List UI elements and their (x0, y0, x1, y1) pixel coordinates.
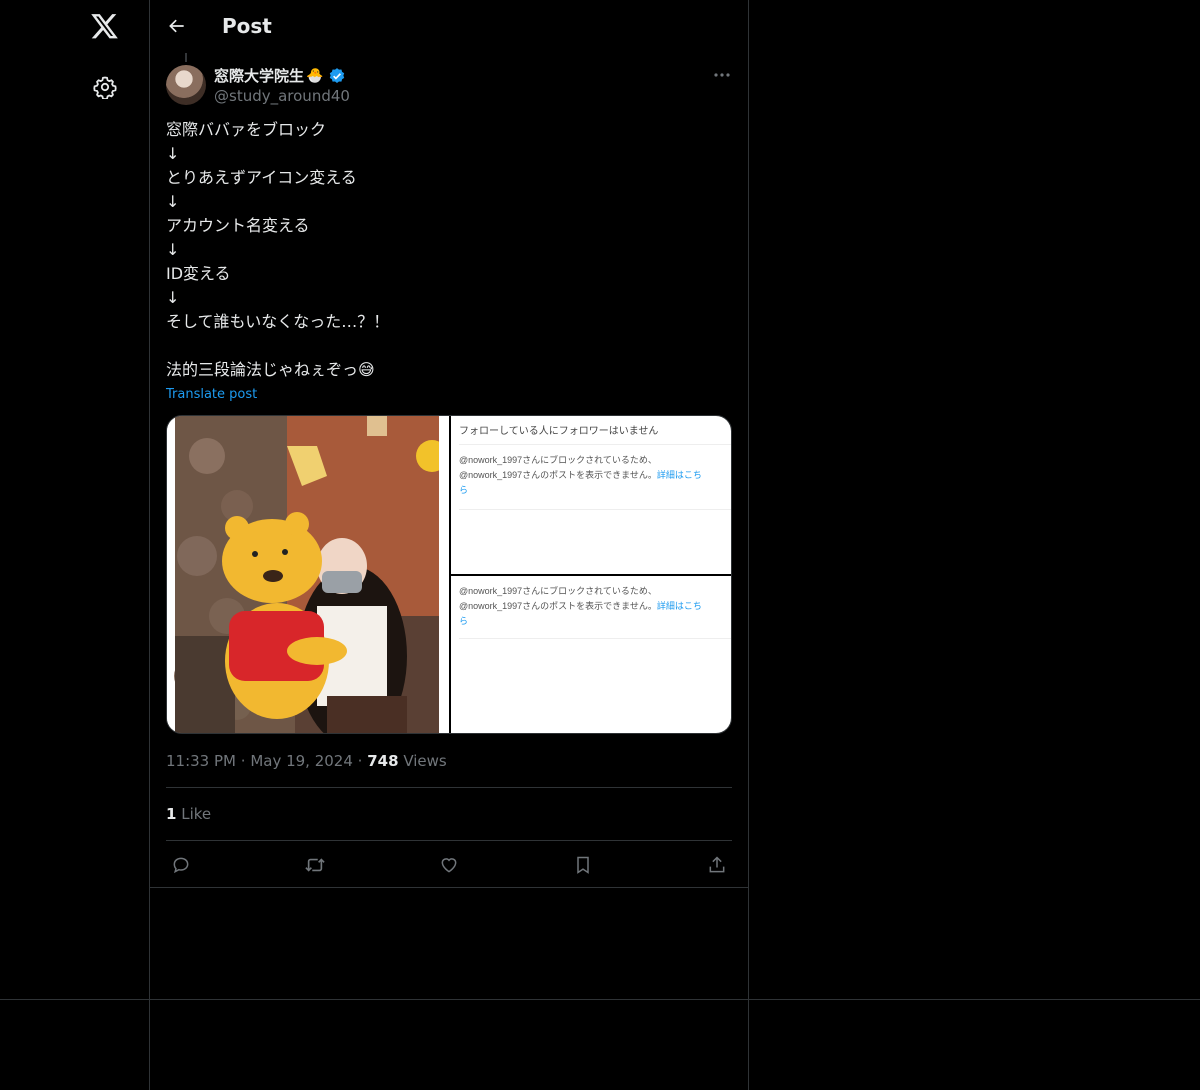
share-button[interactable] (702, 850, 732, 880)
likes-count: 1 (166, 805, 177, 823)
post-column: Post 窓際大学院生 🐣 @study_around40 窓際ババァをブロック… (150, 0, 749, 1000)
translate-post-link[interactable]: Translate post (166, 387, 257, 402)
details-link-tail: ら (459, 485, 469, 495)
post-line: 窓際ババァをブロック (166, 120, 327, 139)
post-line: とりあえずアイコン変える (166, 168, 357, 187)
shot-divider (459, 509, 731, 510)
arrow-left-icon (169, 19, 184, 33)
like-button[interactable] (434, 850, 464, 880)
shot-divider (459, 638, 731, 639)
post-line: ↓ (166, 144, 180, 163)
column-border (149, 1000, 150, 1090)
bookmark-button[interactable] (568, 850, 598, 880)
x-logo-icon[interactable] (85, 7, 125, 47)
details-link: 詳細はこち (656, 470, 702, 480)
more-horizontal-icon (714, 73, 730, 77)
meta-separator: · (357, 752, 368, 770)
reply-icon (173, 857, 189, 874)
verified-badge-icon (328, 67, 346, 85)
page-title: Post (222, 14, 272, 38)
post-line-last: 法的三段論法じゃねぇぞっ😅 (166, 358, 726, 382)
heart-icon (441, 858, 457, 873)
post-text: 窓際ババァをブロック ↓ とりあえずアイコン変える ↓ アカウント名変える ↓ … (166, 118, 726, 382)
repost-button[interactable] (300, 850, 330, 880)
shot-line: @nowork_1997さんにブロックされているため、 (459, 586, 657, 596)
divider (150, 887, 748, 888)
details-link: 詳細はこち (656, 601, 702, 611)
sweat-smile-emoji: 😅 (358, 360, 375, 379)
back-button[interactable] (162, 11, 192, 41)
post-line: ↓ (166, 240, 180, 259)
action-bar (166, 850, 732, 880)
post-time[interactable]: 11:33 PM (166, 752, 236, 770)
page-header: Post (150, 0, 748, 53)
repost-icon (305, 858, 325, 872)
post-line (166, 334, 726, 358)
author-handle[interactable]: @study_around40 (214, 87, 350, 105)
reply-button[interactable] (166, 850, 196, 880)
post-line: ↓ (166, 192, 180, 211)
likes-stat[interactable]: 1 Like (166, 805, 211, 823)
shot-line-text: @nowork_1997さんのポストを表示できません。 (459, 601, 657, 611)
divider (0, 999, 1200, 1000)
post-meta: 11:33 PM · May 19, 2024 · 748 Views (166, 752, 447, 770)
thread-connector (185, 53, 187, 62)
author-name[interactable]: 窓際大学院生 🐣 (214, 65, 346, 86)
post-line: ↓ (166, 288, 180, 307)
details-link-tail: ら (459, 616, 469, 626)
media-grid: フォローしている人にフォロワーはいません @nowork_1997さんにブロック… (166, 415, 732, 734)
share-icon (709, 856, 725, 873)
more-button[interactable] (708, 64, 736, 86)
divider (166, 840, 732, 841)
divider (166, 787, 732, 788)
bookmark-icon (577, 856, 589, 874)
shot-line-text: @nowork_1997さんのポストを表示できません。 (459, 470, 657, 480)
gear-icon[interactable] (85, 67, 125, 107)
post-line-text: 法的三段論法じゃねぇぞっ (166, 360, 359, 379)
screenshot-blocked-1[interactable]: フォローしている人にフォロワーはいません @nowork_1997さんにブロック… (451, 416, 731, 574)
shot-line-with-link: @nowork_1997さんのポストを表示できません。詳細はこち (459, 599, 702, 614)
shot-line-with-link: @nowork_1997さんのポストを表示できません。詳細はこち (459, 468, 702, 483)
post-line: ID変える (166, 264, 231, 283)
shot-line: @nowork_1997さんにブロックされているため、 (459, 455, 657, 465)
photo-pooh-plush[interactable] (167, 416, 449, 733)
views-label: Views (403, 752, 447, 770)
meta-separator: · (240, 752, 251, 770)
screenshot-blocked-2[interactable]: @nowork_1997さんにブロックされているため、 @nowork_1997… (451, 576, 731, 733)
post-line: アカウント名変える (166, 216, 310, 235)
display-name-text: 窓際大学院生 (214, 67, 305, 85)
chick-emoji: 🐣 (306, 67, 324, 84)
post-line: そして誰もいなくなった…？！ (166, 312, 390, 331)
shot-heading: フォローしている人にフォロワーはいません (459, 426, 659, 437)
avatar[interactable] (166, 65, 206, 105)
likes-label: Like (181, 805, 212, 823)
left-nav (0, 0, 150, 1000)
post-date[interactable]: May 19, 2024 (250, 752, 353, 770)
views-count: 748 (367, 752, 399, 770)
shot-divider (459, 444, 731, 445)
column-border (748, 1000, 749, 1090)
